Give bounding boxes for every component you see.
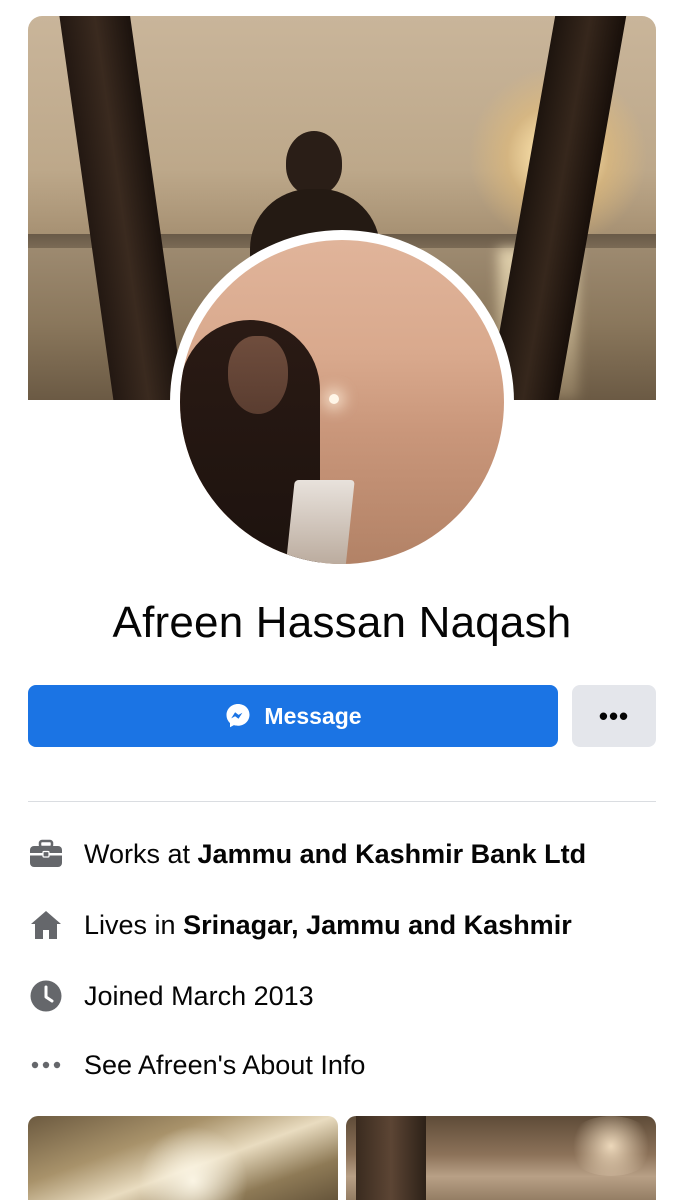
work-text: Works at Jammu and Kashmir Bank Ltd (84, 839, 586, 870)
info-about-link[interactable]: See Afreen's About Info (28, 1045, 656, 1085)
info-lives: Lives in Srinagar, Jammu and Kashmir (28, 905, 656, 945)
info-joined: Joined March 2013 (28, 976, 656, 1016)
photo-glow (138, 1126, 248, 1200)
more-dots-icon (28, 1047, 64, 1083)
avatar-boat (285, 480, 355, 564)
work-prefix: Works at (84, 838, 198, 869)
photo-glow (566, 1116, 656, 1176)
lives-location-link[interactable]: Srinagar, Jammu and Kashmir (183, 910, 572, 940)
divider (28, 801, 656, 802)
avatar-sun (329, 394, 339, 404)
work-employer-link[interactable]: Jammu and Kashmir Bank Ltd (198, 839, 587, 869)
about-link-text[interactable]: See Afreen's About Info (84, 1050, 365, 1081)
more-options-button[interactable]: ••• (572, 685, 656, 747)
home-icon (28, 907, 64, 943)
avatar-face (228, 336, 288, 414)
more-dots-icon: ••• (598, 700, 630, 731)
photo-trunk (356, 1116, 426, 1200)
briefcase-icon (28, 836, 64, 872)
messenger-icon (224, 702, 252, 730)
photo-thumbnail[interactable] (28, 1116, 338, 1200)
info-work: Works at Jammu and Kashmir Bank Ltd (28, 834, 656, 874)
profile-page: Afreen Hassan Naqash Message ••• Works a… (0, 0, 684, 1200)
lives-text: Lives in Srinagar, Jammu and Kashmir (84, 910, 572, 941)
joined-text: Joined March 2013 (84, 980, 314, 1011)
clock-icon (28, 978, 64, 1014)
profile-avatar[interactable] (180, 240, 504, 564)
profile-name: Afreen Hassan Naqash (112, 598, 572, 647)
lives-prefix: Lives in (84, 909, 184, 940)
message-button[interactable]: Message (28, 685, 558, 747)
silhouette-head (286, 131, 342, 195)
photo-thumbnail[interactable] (346, 1116, 656, 1200)
message-button-label: Message (264, 702, 362, 729)
